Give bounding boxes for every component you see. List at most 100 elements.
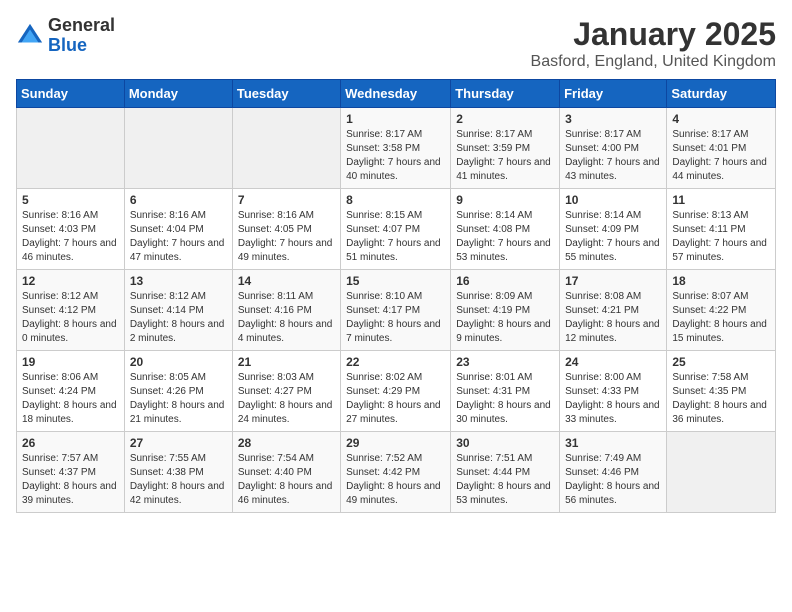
day-number: 20 bbox=[130, 355, 227, 369]
day-info: Sunrise: 8:12 AMSunset: 4:12 PMDaylight:… bbox=[22, 290, 119, 346]
day-info: Sunrise: 8:14 AMSunset: 4:09 PMDaylight:… bbox=[565, 209, 661, 265]
table-row: 6 Sunrise: 8:16 AMSunset: 4:04 PMDayligh… bbox=[124, 189, 232, 270]
day-info: Sunrise: 8:15 AMSunset: 4:07 PMDaylight:… bbox=[346, 209, 445, 265]
table-row: 17 Sunrise: 8:08 AMSunset: 4:21 PMDaylig… bbox=[560, 270, 667, 351]
day-info: Sunrise: 8:01 AMSunset: 4:31 PMDaylight:… bbox=[456, 371, 554, 427]
table-row: 16 Sunrise: 8:09 AMSunset: 4:19 PMDaylig… bbox=[451, 270, 560, 351]
day-number: 16 bbox=[456, 274, 554, 288]
header-tuesday: Tuesday bbox=[232, 80, 340, 108]
day-info: Sunrise: 8:17 AMSunset: 4:01 PMDaylight:… bbox=[672, 128, 770, 184]
table-row: 19 Sunrise: 8:06 AMSunset: 4:24 PMDaylig… bbox=[17, 351, 125, 432]
calendar-week-row: 12 Sunrise: 8:12 AMSunset: 4:12 PMDaylig… bbox=[17, 270, 776, 351]
day-info: Sunrise: 7:58 AMSunset: 4:35 PMDaylight:… bbox=[672, 371, 770, 427]
day-number: 29 bbox=[346, 436, 445, 450]
day-info: Sunrise: 8:13 AMSunset: 4:11 PMDaylight:… bbox=[672, 209, 770, 265]
table-row: 5 Sunrise: 8:16 AMSunset: 4:03 PMDayligh… bbox=[17, 189, 125, 270]
day-info: Sunrise: 8:03 AMSunset: 4:27 PMDaylight:… bbox=[238, 371, 335, 427]
day-info: Sunrise: 7:51 AMSunset: 4:44 PMDaylight:… bbox=[456, 452, 554, 508]
day-number: 4 bbox=[672, 112, 770, 126]
calendar-location: Basford, England, United Kingdom bbox=[531, 53, 776, 71]
day-number: 3 bbox=[565, 112, 661, 126]
day-info: Sunrise: 8:16 AMSunset: 4:04 PMDaylight:… bbox=[130, 209, 227, 265]
day-number: 5 bbox=[22, 193, 119, 207]
table-row: 14 Sunrise: 8:11 AMSunset: 4:16 PMDaylig… bbox=[232, 270, 340, 351]
day-info: Sunrise: 8:06 AMSunset: 4:24 PMDaylight:… bbox=[22, 371, 119, 427]
day-info: Sunrise: 8:16 AMSunset: 4:05 PMDaylight:… bbox=[238, 209, 335, 265]
day-info: Sunrise: 8:02 AMSunset: 4:29 PMDaylight:… bbox=[346, 371, 445, 427]
day-info: Sunrise: 8:11 AMSunset: 4:16 PMDaylight:… bbox=[238, 290, 335, 346]
day-info: Sunrise: 8:05 AMSunset: 4:26 PMDaylight:… bbox=[130, 371, 227, 427]
calendar-week-row: 1 Sunrise: 8:17 AMSunset: 3:58 PMDayligh… bbox=[17, 108, 776, 189]
day-number: 31 bbox=[565, 436, 661, 450]
day-number: 19 bbox=[22, 355, 119, 369]
calendar-table: Sunday Monday Tuesday Wednesday Thursday… bbox=[16, 79, 776, 513]
day-info: Sunrise: 7:54 AMSunset: 4:40 PMDaylight:… bbox=[238, 452, 335, 508]
day-info: Sunrise: 8:12 AMSunset: 4:14 PMDaylight:… bbox=[130, 290, 227, 346]
table-row bbox=[124, 108, 232, 189]
day-number: 28 bbox=[238, 436, 335, 450]
day-number: 14 bbox=[238, 274, 335, 288]
day-info: Sunrise: 8:17 AMSunset: 4:00 PMDaylight:… bbox=[565, 128, 661, 184]
day-info: Sunrise: 8:08 AMSunset: 4:21 PMDaylight:… bbox=[565, 290, 661, 346]
day-info: Sunrise: 8:17 AMSunset: 3:59 PMDaylight:… bbox=[456, 128, 554, 184]
table-row: 23 Sunrise: 8:01 AMSunset: 4:31 PMDaylig… bbox=[451, 351, 560, 432]
table-row: 11 Sunrise: 8:13 AMSunset: 4:11 PMDaylig… bbox=[667, 189, 776, 270]
header-monday: Monday bbox=[124, 80, 232, 108]
day-number: 8 bbox=[346, 193, 445, 207]
table-row: 31 Sunrise: 7:49 AMSunset: 4:46 PMDaylig… bbox=[560, 432, 667, 513]
table-row: 15 Sunrise: 8:10 AMSunset: 4:17 PMDaylig… bbox=[341, 270, 451, 351]
day-number: 12 bbox=[22, 274, 119, 288]
logo-icon bbox=[16, 22, 44, 50]
logo-blue-text: Blue bbox=[48, 36, 115, 56]
table-row bbox=[17, 108, 125, 189]
table-row: 2 Sunrise: 8:17 AMSunset: 3:59 PMDayligh… bbox=[451, 108, 560, 189]
day-number: 7 bbox=[238, 193, 335, 207]
day-number: 26 bbox=[22, 436, 119, 450]
day-info: Sunrise: 8:09 AMSunset: 4:19 PMDaylight:… bbox=[456, 290, 554, 346]
table-row: 8 Sunrise: 8:15 AMSunset: 4:07 PMDayligh… bbox=[341, 189, 451, 270]
day-number: 10 bbox=[565, 193, 661, 207]
day-number: 15 bbox=[346, 274, 445, 288]
header-thursday: Thursday bbox=[451, 80, 560, 108]
table-row bbox=[232, 108, 340, 189]
table-row bbox=[667, 432, 776, 513]
day-number: 30 bbox=[456, 436, 554, 450]
calendar-week-row: 19 Sunrise: 8:06 AMSunset: 4:24 PMDaylig… bbox=[17, 351, 776, 432]
day-number: 22 bbox=[346, 355, 445, 369]
table-row: 10 Sunrise: 8:14 AMSunset: 4:09 PMDaylig… bbox=[560, 189, 667, 270]
day-number: 2 bbox=[456, 112, 554, 126]
header-saturday: Saturday bbox=[667, 80, 776, 108]
table-row: 29 Sunrise: 7:52 AMSunset: 4:42 PMDaylig… bbox=[341, 432, 451, 513]
day-info: Sunrise: 7:57 AMSunset: 4:37 PMDaylight:… bbox=[22, 452, 119, 508]
table-row: 21 Sunrise: 8:03 AMSunset: 4:27 PMDaylig… bbox=[232, 351, 340, 432]
table-row: 7 Sunrise: 8:16 AMSunset: 4:05 PMDayligh… bbox=[232, 189, 340, 270]
day-number: 9 bbox=[456, 193, 554, 207]
day-number: 24 bbox=[565, 355, 661, 369]
table-row: 1 Sunrise: 8:17 AMSunset: 3:58 PMDayligh… bbox=[341, 108, 451, 189]
page-header: General Blue January 2025 Basford, Engla… bbox=[16, 16, 776, 71]
day-number: 6 bbox=[130, 193, 227, 207]
table-row: 28 Sunrise: 7:54 AMSunset: 4:40 PMDaylig… bbox=[232, 432, 340, 513]
day-number: 27 bbox=[130, 436, 227, 450]
day-info: Sunrise: 7:49 AMSunset: 4:46 PMDaylight:… bbox=[565, 452, 661, 508]
table-row: 27 Sunrise: 7:55 AMSunset: 4:38 PMDaylig… bbox=[124, 432, 232, 513]
day-number: 23 bbox=[456, 355, 554, 369]
table-row: 9 Sunrise: 8:14 AMSunset: 4:08 PMDayligh… bbox=[451, 189, 560, 270]
logo-text: General Blue bbox=[48, 16, 115, 56]
day-info: Sunrise: 8:14 AMSunset: 4:08 PMDaylight:… bbox=[456, 209, 554, 265]
calendar-week-row: 26 Sunrise: 7:57 AMSunset: 4:37 PMDaylig… bbox=[17, 432, 776, 513]
day-number: 21 bbox=[238, 355, 335, 369]
logo: General Blue bbox=[16, 16, 115, 56]
weekday-header-row: Sunday Monday Tuesday Wednesday Thursday… bbox=[17, 80, 776, 108]
table-row: 24 Sunrise: 8:00 AMSunset: 4:33 PMDaylig… bbox=[560, 351, 667, 432]
table-row: 13 Sunrise: 8:12 AMSunset: 4:14 PMDaylig… bbox=[124, 270, 232, 351]
day-info: Sunrise: 7:52 AMSunset: 4:42 PMDaylight:… bbox=[346, 452, 445, 508]
day-number: 18 bbox=[672, 274, 770, 288]
day-info: Sunrise: 7:55 AMSunset: 4:38 PMDaylight:… bbox=[130, 452, 227, 508]
day-info: Sunrise: 8:10 AMSunset: 4:17 PMDaylight:… bbox=[346, 290, 445, 346]
table-row: 22 Sunrise: 8:02 AMSunset: 4:29 PMDaylig… bbox=[341, 351, 451, 432]
table-row: 25 Sunrise: 7:58 AMSunset: 4:35 PMDaylig… bbox=[667, 351, 776, 432]
table-row: 26 Sunrise: 7:57 AMSunset: 4:37 PMDaylig… bbox=[17, 432, 125, 513]
table-row: 18 Sunrise: 8:07 AMSunset: 4:22 PMDaylig… bbox=[667, 270, 776, 351]
header-sunday: Sunday bbox=[17, 80, 125, 108]
